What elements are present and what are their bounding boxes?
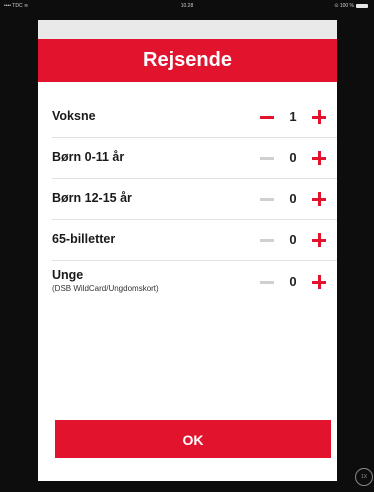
traveler-row-born-0-11: Børn 0-11 år 0 (38, 138, 337, 178)
decrement-button[interactable] (256, 270, 278, 294)
status-time: 10.28 (180, 3, 194, 9)
increment-button[interactable] (308, 187, 330, 211)
decrement-button[interactable] (256, 187, 278, 211)
increment-button[interactable] (308, 146, 330, 170)
increment-button[interactable] (308, 270, 330, 294)
quantity-stepper: 1 (256, 105, 332, 129)
battery-label: ⊙ 100 % (334, 3, 354, 9)
traveler-row-born-12-15: Børn 12-15 år 0 (38, 179, 337, 219)
minus-icon (260, 280, 274, 284)
traveler-label: Børn 0-11 år (52, 150, 125, 164)
home-button[interactable]: 1X (355, 468, 373, 486)
decrement-button[interactable] (256, 146, 278, 170)
traveler-label: Unge (52, 268, 84, 282)
decrement-button[interactable] (256, 105, 278, 129)
dialog-title: Rejsende (38, 39, 337, 82)
minus-icon (260, 197, 274, 201)
traveler-count: 0 (289, 274, 297, 289)
traveler-row-unge: Unge (DSB WildCard/Ungdomskort) 0 (38, 262, 337, 302)
quantity-stepper: 0 (256, 187, 332, 211)
ok-button[interactable]: OK (55, 420, 331, 458)
dialog-top-bar (38, 20, 337, 39)
traveler-count: 1 (289, 109, 297, 124)
decrement-button[interactable] (256, 228, 278, 252)
battery-status: ⊙ 100 % (334, 0, 368, 12)
traveler-row-65-billetter: 65-billetter 0 (38, 220, 337, 260)
travelers-dialog: Rejsende Voksne 1 Børn 0-11 år 0 Børn 12… (38, 20, 337, 481)
traveler-label: Voksne (52, 109, 96, 123)
traveler-row-voksne: Voksne 1 (38, 97, 337, 137)
row-divider (52, 260, 337, 261)
traveler-label: 65-billetter (52, 232, 116, 246)
quantity-stepper: 0 (256, 146, 332, 170)
quantity-stepper: 0 (256, 228, 332, 252)
traveler-count: 0 (289, 232, 297, 247)
traveler-count: 0 (289, 150, 297, 165)
minus-icon (260, 115, 274, 119)
minus-icon (260, 238, 274, 242)
increment-button[interactable] (308, 228, 330, 252)
traveler-label: Børn 12-15 år (52, 191, 132, 205)
increment-button[interactable] (308, 105, 330, 129)
battery-icon (356, 3, 368, 8)
traveler-sublabel: (DSB WildCard/Ungdomskort) (52, 284, 159, 293)
status-bar: •••• TDC ≋ 10.28 ⊙ 100 % (0, 0, 374, 12)
minus-icon (260, 156, 274, 160)
traveler-count: 0 (289, 191, 297, 206)
quantity-stepper: 0 (256, 270, 332, 294)
